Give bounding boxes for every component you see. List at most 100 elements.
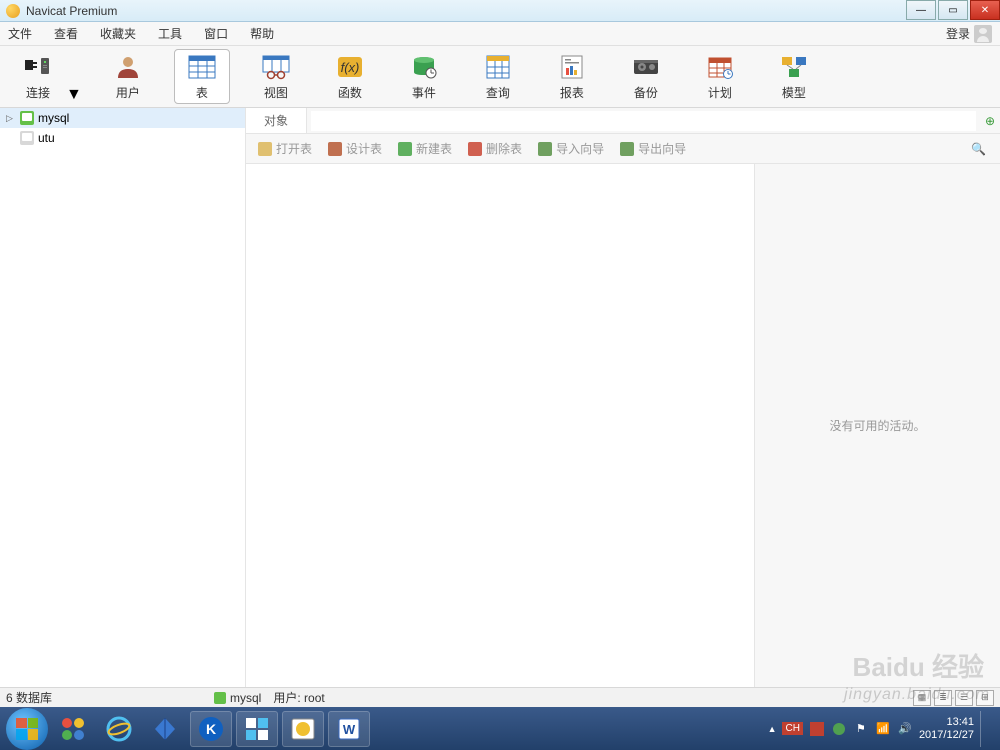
- taskbar-explorer[interactable]: [236, 711, 278, 747]
- status-db-icon: [214, 692, 226, 704]
- svg-text:W: W: [343, 722, 356, 737]
- report-icon: [555, 52, 589, 82]
- tray-volume-icon[interactable]: 🔊: [897, 721, 913, 737]
- connection-button[interactable]: 连接: [10, 49, 66, 104]
- taskbar-app-4[interactable]: K: [190, 711, 232, 747]
- taskbar-ie[interactable]: [98, 711, 140, 747]
- query-icon: [481, 52, 515, 82]
- menu-login[interactable]: 登录: [946, 25, 970, 42]
- model-button[interactable]: 模型: [766, 49, 822, 104]
- menu-help[interactable]: 帮助: [250, 25, 274, 42]
- avatar-icon[interactable]: [974, 25, 992, 43]
- taskbar-app-3[interactable]: [144, 711, 186, 747]
- menu-file[interactable]: 文件: [8, 25, 32, 42]
- start-button[interactable]: [6, 708, 48, 750]
- view-list-icon[interactable]: ≣: [934, 690, 952, 706]
- table-button[interactable]: 表: [174, 49, 230, 104]
- menu-window[interactable]: 窗口: [204, 25, 228, 42]
- status-user: 用户: root: [273, 689, 324, 706]
- status-db-count: 6 数据库: [6, 689, 52, 706]
- tray-network-icon[interactable]: 📶: [875, 721, 891, 737]
- taskbar-navicat[interactable]: [282, 711, 324, 747]
- new-icon: [398, 142, 412, 156]
- taskbar-word[interactable]: W: [328, 711, 370, 747]
- tray-flag-icon[interactable]: ⚑: [853, 721, 869, 737]
- table-icon: [185, 52, 219, 82]
- svg-text:f(x): f(x): [340, 60, 359, 75]
- tray-clock[interactable]: 13:41 2017/12/27: [919, 716, 974, 741]
- backup-icon: [629, 52, 663, 82]
- import-wizard-button[interactable]: 导入向导: [532, 140, 610, 157]
- table-action-bar: 打开表 设计表 新建表 删除表 导入向导 导出向导 🔍: [246, 134, 1000, 164]
- menu-view[interactable]: 查看: [54, 25, 78, 42]
- connection-tree: ▷ mysql utu: [0, 108, 246, 687]
- plug-icon: [21, 52, 55, 82]
- view-detail-icon[interactable]: ☰: [955, 690, 973, 706]
- main-area: ▷ mysql utu 对象 ⊕ 打开表 设计表 新建表 删除表 导入向导 导出…: [0, 108, 1000, 687]
- status-view-switcher: ▦ ≣ ☰ ⊞: [913, 690, 994, 706]
- user-icon: [111, 52, 145, 82]
- tray-ime[interactable]: CH: [782, 722, 802, 735]
- connection-dropdown[interactable]: ▼: [66, 86, 82, 104]
- maximize-button[interactable]: ▭: [938, 0, 968, 20]
- close-button[interactable]: ✕: [970, 0, 1000, 20]
- function-button[interactable]: f(x) 函数: [322, 49, 378, 104]
- search-icon[interactable]: 🔍: [971, 142, 986, 156]
- object-tab[interactable]: 对象: [246, 108, 307, 133]
- activity-empty-text: 没有可用的活动。: [829, 417, 925, 434]
- window-title: Navicat Premium: [26, 4, 904, 18]
- object-list: [246, 164, 754, 687]
- export-wizard-button[interactable]: 导出向导: [614, 140, 692, 157]
- object-filter-input[interactable]: [311, 111, 976, 131]
- schedule-icon: [703, 52, 737, 82]
- delete-table-button[interactable]: 删除表: [462, 140, 528, 157]
- content-body: 没有可用的活动。: [246, 164, 1000, 687]
- tray-icon-1[interactable]: [809, 721, 825, 737]
- view-grid-icon[interactable]: ▦: [913, 690, 931, 706]
- svg-text:K: K: [206, 721, 216, 737]
- status-connection: mysql: [230, 691, 261, 705]
- tree-item-label: mysql: [38, 111, 69, 125]
- taskbar-app-1[interactable]: [52, 711, 94, 747]
- design-table-button[interactable]: 设计表: [322, 140, 388, 157]
- report-button[interactable]: 报表: [544, 49, 600, 104]
- main-toolbar: 连接 ▼ 用户 表 视图 f(x) 函数 事件 查询 报表 备份 计划 模型: [0, 46, 1000, 108]
- object-tab-bar: 对象 ⊕: [246, 108, 1000, 134]
- tray-icon-2[interactable]: [831, 721, 847, 737]
- user-button[interactable]: 用户: [100, 49, 156, 104]
- query-button[interactable]: 查询: [470, 49, 526, 104]
- design-icon: [328, 142, 342, 156]
- tray-show-hidden[interactable]: ▲: [768, 724, 777, 734]
- database-icon: [20, 131, 34, 145]
- menu-favorites[interactable]: 收藏夹: [100, 25, 136, 42]
- open-table-button[interactable]: 打开表: [252, 140, 318, 157]
- database-icon: [20, 111, 34, 125]
- tree-item-label: utu: [38, 131, 55, 145]
- window-titlebar: Navicat Premium — ▭ ✕: [0, 0, 1000, 22]
- windows-taskbar: K W ▲ CH ⚑ 📶 🔊 13:41 2017/12/27: [0, 707, 1000, 750]
- function-icon: f(x): [333, 52, 367, 82]
- minimize-button[interactable]: —: [906, 0, 936, 20]
- model-icon: [777, 52, 811, 82]
- show-desktop-button[interactable]: [980, 711, 988, 747]
- add-object-icon[interactable]: ⊕: [980, 114, 1000, 128]
- schedule-button[interactable]: 计划: [692, 49, 748, 104]
- content-area: 对象 ⊕ 打开表 设计表 新建表 删除表 导入向导 导出向导 🔍 没有可用的活动…: [246, 108, 1000, 687]
- view-button[interactable]: 视图: [248, 49, 304, 104]
- tree-item-mysql[interactable]: ▷ mysql: [0, 108, 245, 128]
- backup-button[interactable]: 备份: [618, 49, 674, 104]
- event-button[interactable]: 事件: [396, 49, 452, 104]
- window-controls: — ▭ ✕: [904, 0, 1000, 21]
- expand-icon[interactable]: ▷: [6, 113, 16, 124]
- delete-icon: [468, 142, 482, 156]
- app-icon: [6, 4, 20, 18]
- view-icon: [259, 52, 293, 82]
- new-table-button[interactable]: 新建表: [392, 140, 458, 157]
- import-icon: [538, 142, 552, 156]
- menubar: 文件 查看 收藏夹 工具 窗口 帮助 登录: [0, 22, 1000, 46]
- view-er-icon[interactable]: ⊞: [976, 690, 994, 706]
- menu-tools[interactable]: 工具: [158, 25, 182, 42]
- event-icon: [407, 52, 441, 82]
- export-icon: [620, 142, 634, 156]
- tree-item-utu[interactable]: utu: [0, 128, 245, 148]
